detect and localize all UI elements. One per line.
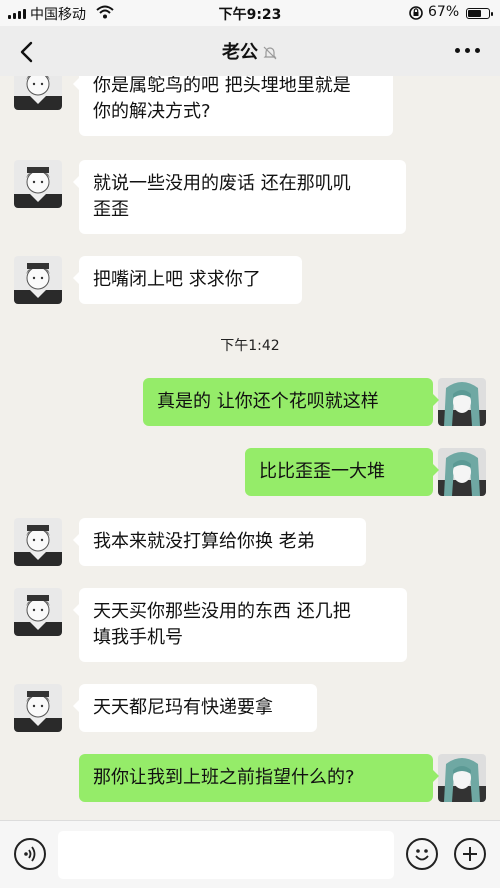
contact-avatar[interactable]	[14, 588, 62, 636]
incoming-message: 天天买你那些没用的东西 还几把 填我手机号	[0, 588, 500, 662]
message-bubble[interactable]: 把嘴闭上吧 求求你了	[73, 256, 302, 304]
my-avatar[interactable]	[438, 754, 486, 802]
chat-header: 老公	[0, 26, 500, 76]
status-bar: 中国移动 下午9:23 67%	[0, 0, 500, 26]
message-list[interactable]: 你是属鸵鸟的吧 把头埋地里就是 你的解决方式? 就说一些没用的废话 还在那叽叽 歪…	[0, 76, 500, 820]
contact-avatar[interactable]	[14, 518, 62, 566]
message-input[interactable]	[58, 831, 394, 879]
outgoing-message: 那你让我到上班之前指望什么的?	[0, 754, 500, 802]
incoming-message: 我本来就没打算给你换 老弟	[0, 518, 500, 566]
carrier-name: 中国移动	[30, 7, 86, 23]
incoming-message: 把嘴闭上吧 求求你了	[0, 256, 500, 304]
battery-percent: 67%	[428, 4, 460, 20]
mute-bell-icon	[263, 46, 277, 60]
message-bubble[interactable]: 比比歪歪一大堆	[245, 448, 439, 496]
message-bubble[interactable]: 就说一些没用的废话 还在那叽叽 歪歪	[73, 160, 406, 234]
incoming-message: 就说一些没用的废话 还在那叽叽 歪歪	[0, 160, 500, 234]
my-avatar[interactable]	[438, 448, 486, 496]
outgoing-message: 比比歪歪一大堆	[0, 448, 500, 496]
incoming-message: 天天都尼玛有快递要拿	[0, 684, 500, 732]
message-bubble[interactable]: 你是属鸵鸟的吧 把头埋地里就是 你的解决方式?	[73, 76, 393, 136]
plus-icon[interactable]	[454, 838, 486, 870]
contact-avatar[interactable]	[14, 256, 62, 304]
signal-icon	[8, 9, 26, 19]
contact-avatar[interactable]	[14, 684, 62, 732]
input-bar	[0, 820, 500, 888]
contact-avatar[interactable]	[14, 160, 62, 208]
incoming-message: 你是属鸵鸟的吧 把头埋地里就是 你的解决方式?	[0, 76, 500, 136]
my-avatar[interactable]	[438, 378, 486, 426]
message-bubble[interactable]: 天天都尼玛有快递要拿	[73, 684, 317, 732]
outgoing-message: 真是的 让你还个花呗就这样	[0, 378, 500, 426]
battery-icon	[466, 8, 493, 19]
chat-title: 老公	[222, 42, 258, 63]
message-bubble[interactable]: 真是的 让你还个花呗就这样	[143, 378, 439, 426]
message-bubble[interactable]: 天天买你那些没用的东西 还几把 填我手机号	[73, 588, 407, 662]
contact-avatar[interactable]	[14, 76, 62, 110]
message-bubble[interactable]: 那你让我到上班之前指望什么的?	[79, 754, 439, 802]
timestamp: 下午1:42	[220, 338, 280, 354]
more-options-icon[interactable]	[455, 48, 480, 53]
rotation-lock-icon	[409, 6, 423, 20]
emoji-icon[interactable]	[406, 838, 438, 870]
voice-icon[interactable]	[14, 838, 46, 870]
message-bubble[interactable]: 我本来就没打算给你换 老弟	[73, 518, 366, 566]
wifi-icon	[96, 5, 114, 19]
